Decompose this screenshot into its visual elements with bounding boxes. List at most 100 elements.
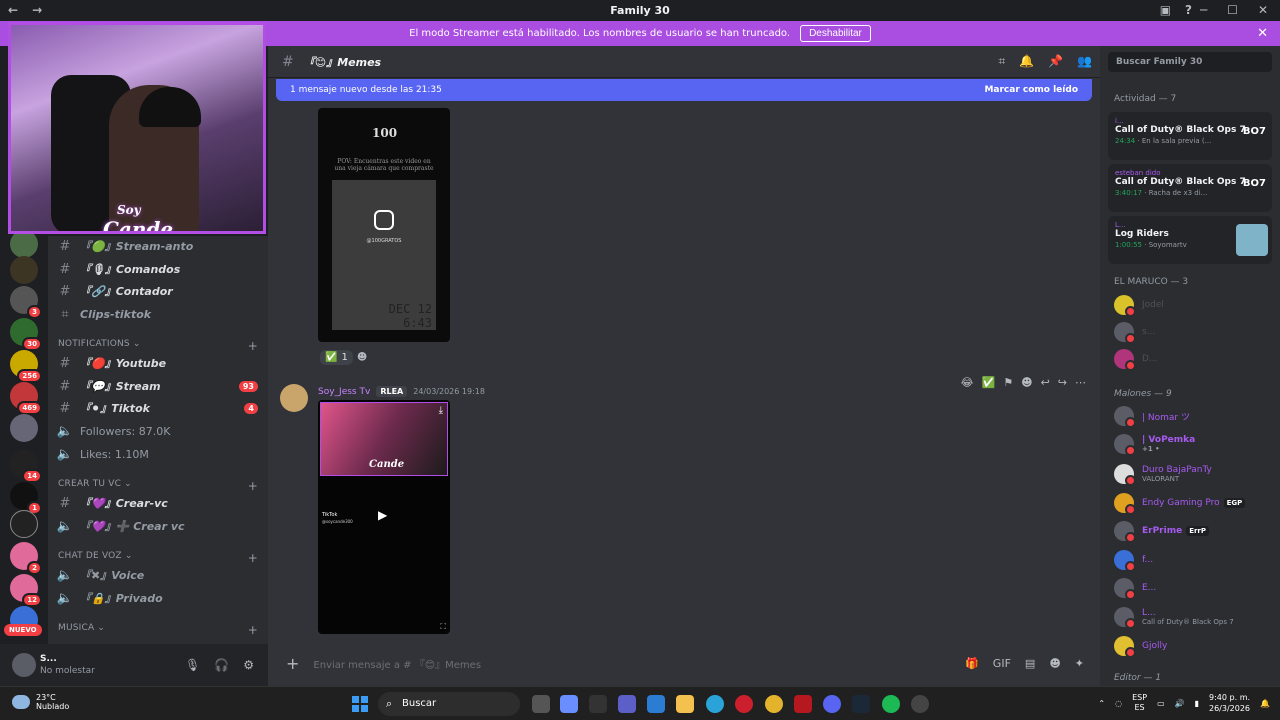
laugh-reaction-icon[interactable]: 😂 <box>961 376 974 389</box>
server-icon[interactable]: 30 <box>10 318 42 351</box>
reaction-check[interactable]: ✅ 1 <box>320 350 353 365</box>
plus-icon[interactable]: + <box>248 623 258 637</box>
volume-icon[interactable]: 🔊 <box>1175 699 1185 708</box>
reply-icon[interactable]: ↩ <box>1041 376 1050 389</box>
voice-channel-item[interactable]: 🔈 『💜』➕ Crear vc <box>56 516 260 536</box>
channel-item[interactable]: # 『💬』Stream 93 <box>56 376 260 396</box>
close-window-button[interactable]: ✕ <box>1258 3 1268 17</box>
activity-card[interactable]: L... Log Riders 1:00:55 · Soyomartv <box>1108 216 1272 264</box>
opera-icon[interactable] <box>735 695 753 713</box>
video-attachment[interactable]: Cande ⤓ TikTok @soycande300 ▶ ⛶ <box>318 400 450 634</box>
server-icon[interactable]: 2 <box>10 542 42 575</box>
plus-icon[interactable]: + <box>248 339 258 353</box>
activity-card[interactable]: esteban dido Call of Duty® Black Ops 7 3… <box>1108 164 1272 212</box>
microphone-icon[interactable]: 🎙 <box>185 658 200 672</box>
attach-plus-icon[interactable]: + <box>286 654 299 673</box>
member-item[interactable]: | VoPemka +1 • <box>1114 433 1274 456</box>
video-attachment[interactable]: 100 POV: Encuentras este video en una vi… <box>318 108 450 342</box>
server-icon[interactable]: 12 <box>10 574 42 607</box>
teams-icon[interactable] <box>618 695 636 713</box>
monitor-icon[interactable]: ▭ <box>1157 699 1165 708</box>
headphones-icon[interactable]: 🎧 <box>214 658 229 672</box>
task-view-icon[interactable] <box>532 695 550 713</box>
voice-channel-item[interactable]: 🔈 Followers: 87.0K <box>56 421 260 441</box>
start-button[interactable] <box>352 696 368 712</box>
channel-item[interactable]: ⌗ Clips-tiktok <box>56 304 260 324</box>
language-indicator[interactable]: ESP ES <box>1132 693 1147 713</box>
channel-item[interactable]: # 『🟢』Stream-anto <box>56 236 260 256</box>
new-messages-bar[interactable]: 1 mensaje nuevo desde las 21:35 Marcar c… <box>276 79 1092 101</box>
server-icon[interactable]: 3 <box>10 286 42 319</box>
member-item[interactable]: L... Call of Duty® Black Ops 7 <box>1114 606 1274 629</box>
app-icon[interactable] <box>589 695 607 713</box>
channel-item[interactable]: # 『💜』Crear-vc <box>56 493 260 513</box>
check-reaction-icon[interactable]: ✅ <box>982 376 996 389</box>
member-item[interactable]: Duro BajaPanTy VALORANT <box>1114 463 1274 486</box>
member-item[interactable]: E... <box>1114 577 1274 600</box>
member-item[interactable]: D... <box>1114 348 1274 371</box>
category-notifications[interactable]: NOTIFICATIONS ⌄ + <box>58 339 258 353</box>
server-icon[interactable] <box>10 230 38 258</box>
flag-reaction-icon[interactable]: ⚑ <box>1003 376 1013 389</box>
weather-widget[interactable]: 23°C Nublado <box>12 693 69 711</box>
avatar[interactable] <box>12 653 36 677</box>
server-icon[interactable]: 14 <box>10 450 42 483</box>
member-item[interactable]: Jodel <box>1114 294 1274 317</box>
member-item[interactable]: Gjolly <box>1114 635 1274 658</box>
battery-icon[interactable]: ▮ <box>1195 699 1199 708</box>
member-item[interactable]: s... <box>1114 321 1274 344</box>
server-icon[interactable]: 256 <box>10 350 42 383</box>
network-icon[interactable]: ◌ <box>1115 699 1122 708</box>
members-icon[interactable]: 👥 <box>1077 54 1092 69</box>
minimize-button[interactable]: ─ <box>1200 3 1207 17</box>
play-icon[interactable]: ▶ <box>378 508 387 522</box>
mark-read-button[interactable]: Marcar como leído <box>984 85 1078 95</box>
category-crear-vc[interactable]: CREAR TU VC ⌄ + <box>58 479 258 493</box>
disable-streamer-button[interactable]: Deshabilitar <box>800 25 871 42</box>
member-item[interactable]: ErPrime ErrP <box>1114 520 1274 543</box>
gif-icon[interactable]: GIF <box>993 657 1011 670</box>
channel-item[interactable]: # 『🔗』Contador <box>56 281 260 301</box>
member-item[interactable]: | Nomar ツ <box>1114 405 1274 428</box>
close-icon[interactable]: ✕ <box>1257 26 1268 41</box>
server-icon[interactable] <box>10 510 38 538</box>
server-icon[interactable] <box>10 414 38 442</box>
steam-icon[interactable] <box>852 695 870 713</box>
forward-arrow-icon[interactable]: → <box>32 3 42 17</box>
obs-icon[interactable] <box>911 695 929 713</box>
download-icon[interactable]: ⤓ <box>439 405 443 416</box>
chrome-icon[interactable] <box>765 695 783 713</box>
server-icon[interactable]: 469 <box>10 382 42 415</box>
forward-icon[interactable]: ↪ <box>1058 376 1067 389</box>
category-chat-de-voz[interactable]: CHAT DE VOZ ⌄ + <box>58 551 258 565</box>
copilot-icon[interactable] <box>560 695 578 713</box>
pin-icon[interactable]: 📌 <box>1048 54 1063 69</box>
category-musica[interactable]: MUSICA ⌄ + <box>58 623 258 637</box>
avatar[interactable] <box>280 384 308 412</box>
fullscreen-icon[interactable]: ⛶ <box>440 622 446 632</box>
clock[interactable]: 9:40 p. m. 26/3/2026 <box>1209 692 1250 714</box>
voice-channel-item[interactable]: 🔈 『🔒』Privado <box>56 588 260 608</box>
sticker-icon[interactable]: ▤ <box>1025 657 1035 670</box>
help-icon[interactable]: ? <box>1185 3 1192 17</box>
notifications-bell-icon[interactable]: 🔔 <box>1260 699 1270 708</box>
gift-icon[interactable]: 🎁 <box>965 657 979 670</box>
search-input[interactable]: Buscar Family 30 <box>1108 52 1272 72</box>
maximize-button[interactable]: ☐ <box>1227 3 1238 17</box>
message-composer[interactable]: + Enviar mensaje a # 『😊』Memes 🎁 GIF ▤ ☻ … <box>276 650 1092 676</box>
channel-item[interactable]: # 『🎙』Comandos <box>56 259 260 279</box>
member-item[interactable]: f... <box>1114 549 1274 572</box>
message-author[interactable]: Soy_Jess Tv <box>318 387 370 397</box>
explorer-icon[interactable] <box>676 695 694 713</box>
member-item[interactable]: Endy Gaming Pro EGP <box>1114 492 1274 515</box>
voice-channel-item[interactable]: 🔈 『✖』Voice <box>56 565 260 585</box>
apps-icon[interactable]: ✦ <box>1075 657 1084 670</box>
plus-icon[interactable]: + <box>248 479 258 493</box>
server-icon[interactable] <box>10 256 38 284</box>
activity-card[interactable]: i... Call of Duty® Black Ops 7 24:34 · E… <box>1108 112 1272 160</box>
taskbar-search[interactable]: ⌕ Buscar <box>378 692 520 716</box>
spotify-icon[interactable] <box>882 695 900 713</box>
store-icon[interactable] <box>647 695 665 713</box>
plus-icon[interactable]: + <box>248 551 258 565</box>
channel-item[interactable]: # 『⚫』Tiktok 4 <box>56 398 260 418</box>
